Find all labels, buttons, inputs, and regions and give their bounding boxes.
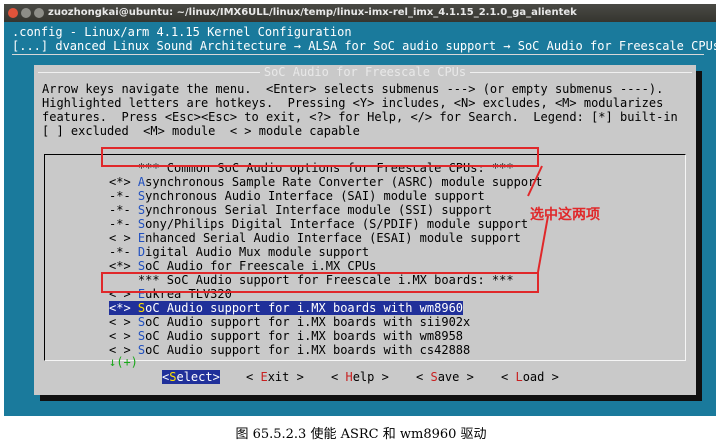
figure-caption: 图 65.5.2.3 使能 ASRC 和 wm8960 驱动: [235, 427, 487, 442]
annotation-label: 选中这两项: [530, 207, 600, 223]
arrow-line-up: [527, 165, 543, 197]
arrow-line-down: [537, 215, 549, 273]
annotation-arrows: [527, 165, 549, 273]
